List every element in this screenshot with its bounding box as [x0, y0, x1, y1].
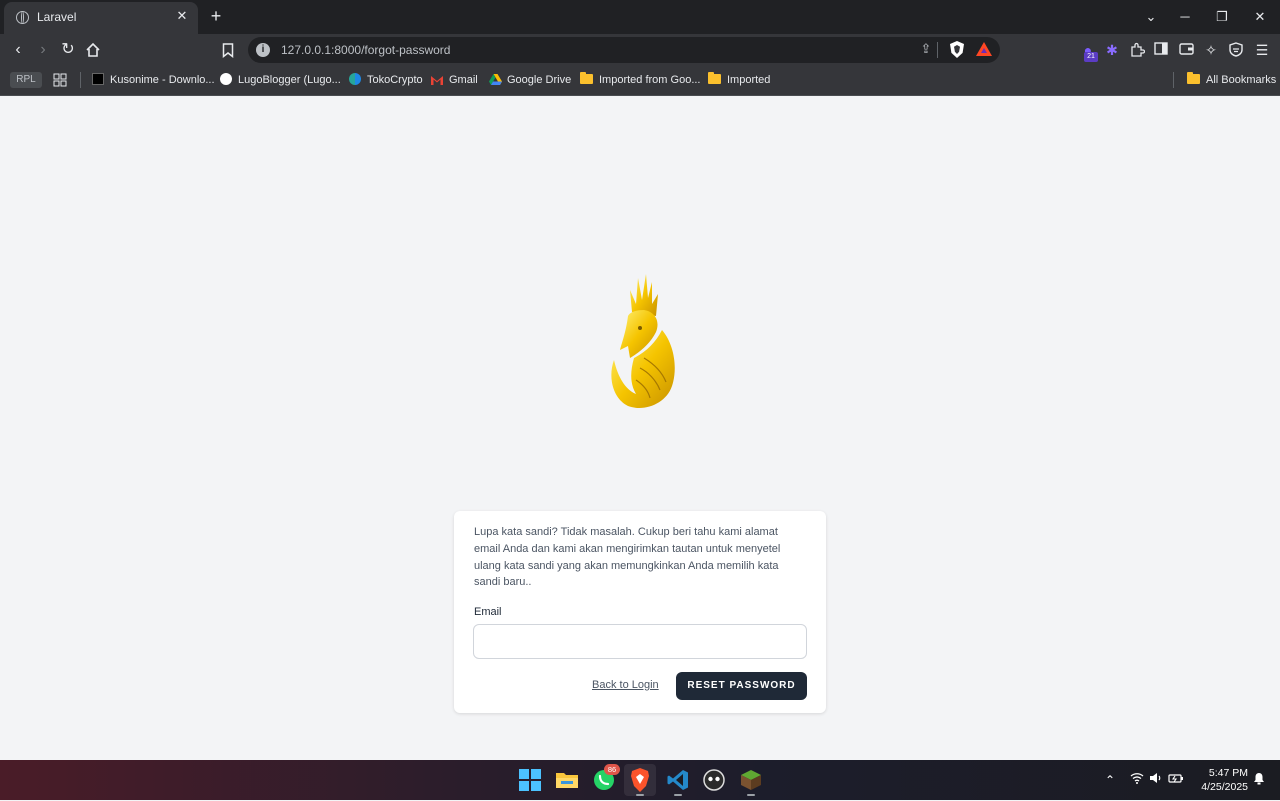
bookmark-label: Google Drive — [507, 74, 572, 86]
bookmark-label: Gmail — [449, 74, 478, 86]
bookmark-folder-imported-from-google[interactable]: Imported from Goo... — [580, 72, 700, 88]
system-clock[interactable]: 5:47 PM 4/25/2025 — [1196, 766, 1248, 794]
clock-time: 5:47 PM — [1208, 767, 1248, 779]
active-indicator — [674, 794, 682, 796]
page-content: Lupa kata sandi? Tidak masalah. Cukup be… — [0, 96, 1280, 760]
windows-start-icon[interactable] — [518, 768, 542, 792]
active-indicator — [636, 794, 644, 796]
all-bookmarks-folder[interactable]: All Bookmarks — [1187, 72, 1276, 88]
forgot-password-description: Lupa kata sandi? Tidak masalah. Cukup be… — [474, 526, 781, 589]
email-input[interactable] — [473, 624, 807, 659]
reload-icon[interactable]: ↻ — [57, 39, 79, 61]
all-bookmarks-label: All Bookmarks — [1206, 74, 1277, 86]
notification-bell-icon[interactable] — [1251, 772, 1267, 789]
minimize-button[interactable]: ─ — [1175, 7, 1195, 27]
reset-password-button[interactable]: RESET PASSWORD — [676, 672, 807, 700]
battery-charging-icon[interactable] — [1168, 772, 1184, 788]
bookmark-label: Kusonime - Downlo... — [110, 74, 215, 86]
forgot-password-card: Lupa kata sandi? Tidak masalah. Cukup be… — [454, 511, 826, 713]
tab-strip: Laravel ✕ + ⌄ ─ ❐ ✕ — [0, 0, 1280, 34]
close-window-button[interactable]: ✕ — [1250, 7, 1270, 27]
brave-taskbar-button[interactable] — [624, 764, 656, 796]
wallet-icon[interactable] — [1178, 42, 1194, 58]
bookmark-label: TokoCrypto — [367, 74, 423, 86]
site-info-icon[interactable]: i — [256, 43, 270, 57]
rooster-logo — [611, 274, 675, 408]
bookmarks-divider — [1173, 72, 1174, 88]
email-label: Email — [474, 606, 502, 618]
share-icon[interactable]: ⇪ — [918, 41, 934, 57]
extension-badge: 21 — [1084, 52, 1098, 62]
github-icon — [220, 73, 232, 85]
whatsapp-badge: 86 — [604, 764, 620, 775]
leo-ai-icon[interactable]: ✧ — [1203, 42, 1219, 58]
bookmark-label: Imported from Goo... — [599, 74, 701, 86]
wifi-icon[interactable] — [1129, 772, 1145, 788]
game-app-icon[interactable] — [702, 768, 726, 792]
bookmark-label: Imported — [727, 74, 771, 86]
folder-icon — [1187, 72, 1200, 84]
url-text[interactable]: 127.0.0.1:8000/forgot-password — [281, 43, 450, 57]
extension-gear-icon[interactable]: ✱ — [1104, 42, 1120, 58]
bookmarks-bar: RPL Kusonime - Downlo... LugoBlogger (Lu… — [0, 66, 1280, 96]
back-arrow-icon[interactable]: ‹ — [7, 39, 29, 61]
bookmark-gmail[interactable]: Gmail — [431, 72, 478, 88]
bookmark-lugoblogger[interactable]: LugoBlogger (Lugo... — [220, 72, 341, 88]
folder-icon — [580, 72, 593, 84]
volume-icon[interactable] — [1148, 772, 1164, 788]
tab-laravel[interactable]: Laravel ✕ — [4, 2, 198, 34]
tokocrypto-icon — [349, 73, 361, 85]
minecraft-icon[interactable] — [739, 768, 763, 796]
menu-icon[interactable]: ☰ — [1254, 42, 1270, 58]
vpn-shield-icon[interactable] — [1228, 42, 1244, 58]
bookmark-google-drive[interactable]: Google Drive — [489, 72, 571, 88]
show-hidden-icons-chevron[interactable]: ⌃ — [1102, 772, 1118, 788]
tab-search-chevron-icon[interactable]: ⌄ — [1141, 7, 1161, 27]
google-drive-icon — [489, 74, 502, 86]
bookmark-label: LugoBlogger (Lugo... — [238, 74, 341, 86]
apps-grid-icon[interactable] — [53, 72, 67, 88]
clock-date: 4/25/2025 — [1201, 781, 1248, 793]
back-to-login-link[interactable]: Back to Login — [592, 679, 659, 691]
brave-rewards-icon[interactable] — [976, 42, 992, 56]
bookmark-icon[interactable] — [217, 39, 239, 61]
whatsapp-icon[interactable]: 86 — [592, 764, 620, 792]
home-icon[interactable] — [82, 39, 104, 61]
brave-shields-icon[interactable] — [950, 41, 964, 58]
bookmark-rpl[interactable]: RPL — [10, 72, 42, 88]
close-tab-icon[interactable]: ✕ — [174, 8, 190, 24]
bookmark-tokocrypto[interactable]: TokoCrypto — [349, 72, 423, 88]
bookmark-kusonime[interactable]: Kusonime - Downlo... — [92, 72, 215, 88]
kusonime-icon — [92, 73, 104, 85]
forward-arrow-icon[interactable]: › — [32, 39, 54, 61]
globe-icon — [16, 11, 29, 24]
omnibox-divider — [937, 42, 938, 58]
bookmarks-divider — [80, 72, 81, 88]
bookmark-folder-imported[interactable]: Imported — [708, 72, 770, 88]
extensions-puzzle-icon[interactable] — [1129, 42, 1145, 58]
folder-icon — [708, 72, 721, 84]
restore-button[interactable]: ❐ — [1212, 7, 1232, 27]
tab-title: Laravel — [37, 10, 77, 24]
gmail-icon — [431, 74, 443, 86]
new-tab-button[interactable]: + — [206, 6, 226, 26]
vscode-icon[interactable] — [666, 768, 690, 796]
windows-taskbar: 86 ⌃ 5:47 PM 4/25/2025 — [0, 760, 1280, 800]
file-explorer-icon[interactable] — [555, 768, 579, 792]
sidebar-icon[interactable] — [1153, 42, 1169, 58]
active-indicator — [747, 794, 755, 796]
address-bar[interactable]: i 127.0.0.1:8000/forgot-password ⇪ — [248, 37, 1000, 63]
